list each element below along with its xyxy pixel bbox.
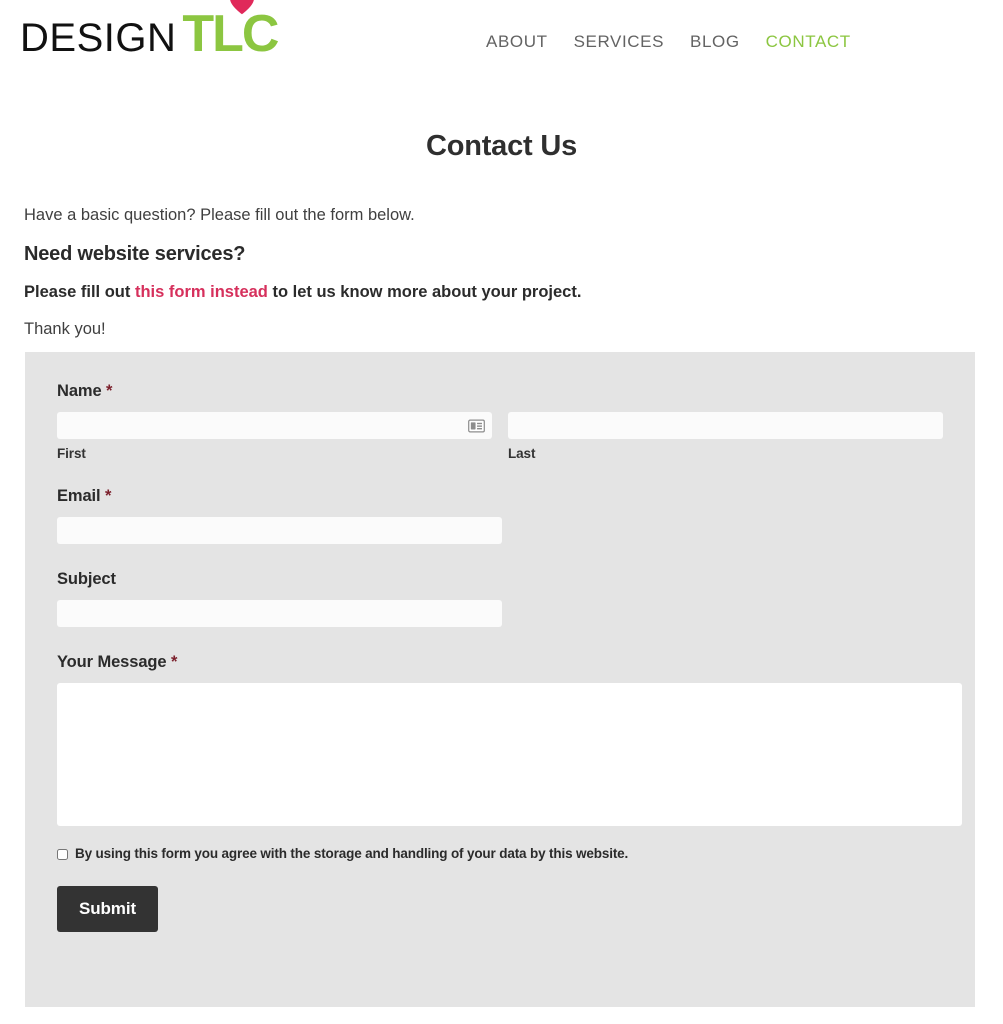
page-title: Contact Us <box>425 130 578 162</box>
main-navigation: ABOUT SERVICES BLOG CONTACT <box>486 32 851 52</box>
nav-link-about[interactable]: ABOUT <box>486 32 548 52</box>
intro-cta-suffix: to let us know more about your project. <box>267 282 582 301</box>
name-required-marker: * <box>106 382 113 400</box>
intro-heading: Need website services? <box>24 242 246 265</box>
name-field-group: Name * First Last <box>57 382 943 461</box>
message-label: Your Message * <box>57 653 943 672</box>
subject-input[interactable] <box>57 600 502 627</box>
message-label-text: Your Message <box>57 653 167 671</box>
email-label-text: Email <box>57 487 101 505</box>
nav-link-blog[interactable]: BLOG <box>690 32 740 52</box>
intro-line-1: Have a basic question? Please fill out t… <box>24 206 415 224</box>
site-header: DESIGN TLC ABOUT SERVICES BLOG CONTACT <box>0 0 1003 82</box>
last-name-input-wrap <box>508 412 943 439</box>
intro-cta-line: Please fill out this form instead to let… <box>24 282 979 303</box>
contact-card-autofill-icon[interactable] <box>468 418 485 433</box>
email-input[interactable] <box>57 517 502 544</box>
consent-label: By using this form you agree with the st… <box>75 846 629 861</box>
email-field-group: Email * <box>57 487 943 544</box>
this-form-instead-link[interactable]: this form instead <box>135 283 268 301</box>
subject-field-group: Subject <box>57 570 943 627</box>
last-name-input[interactable] <box>508 412 943 439</box>
submit-button[interactable]: Submit <box>57 886 159 933</box>
last-name-sub-label: Last <box>508 446 536 461</box>
nav-link-services[interactable]: SERVICES <box>574 32 664 52</box>
message-textarea[interactable] <box>57 683 962 826</box>
intro-section: Have a basic question? Please fill out t… <box>0 205 1003 340</box>
name-row: First Last <box>57 412 943 461</box>
intro-cta-prefix: Please fill out <box>24 282 135 301</box>
subject-label: Subject <box>57 570 116 588</box>
first-name-input-wrap <box>57 412 492 439</box>
site-logo[interactable]: DESIGN TLC <box>20 0 279 64</box>
consent-row: By using this form you agree with the st… <box>57 846 943 862</box>
logo-word-design: DESIGN <box>20 16 177 60</box>
nav-link-contact[interactable]: CONTACT <box>766 32 851 52</box>
email-required-marker: * <box>105 487 112 505</box>
intro-thanks: Thank you! <box>24 320 106 339</box>
consent-checkbox[interactable] <box>57 848 68 860</box>
name-label: Name * <box>57 382 943 401</box>
first-name-column: First <box>57 412 492 461</box>
contact-form: Name * First Last Email * Subject Your M… <box>25 352 975 1007</box>
first-name-input[interactable] <box>57 412 492 439</box>
message-field-group: Your Message * <box>57 653 962 826</box>
first-name-sub-label: First <box>57 446 86 461</box>
email-label: Email * <box>57 487 943 506</box>
logo-tlc-group: TLC <box>182 0 279 60</box>
last-name-column: Last <box>508 412 943 461</box>
heart-icon <box>230 0 255 15</box>
name-label-text: Name <box>57 382 102 400</box>
message-required-marker: * <box>170 653 178 671</box>
